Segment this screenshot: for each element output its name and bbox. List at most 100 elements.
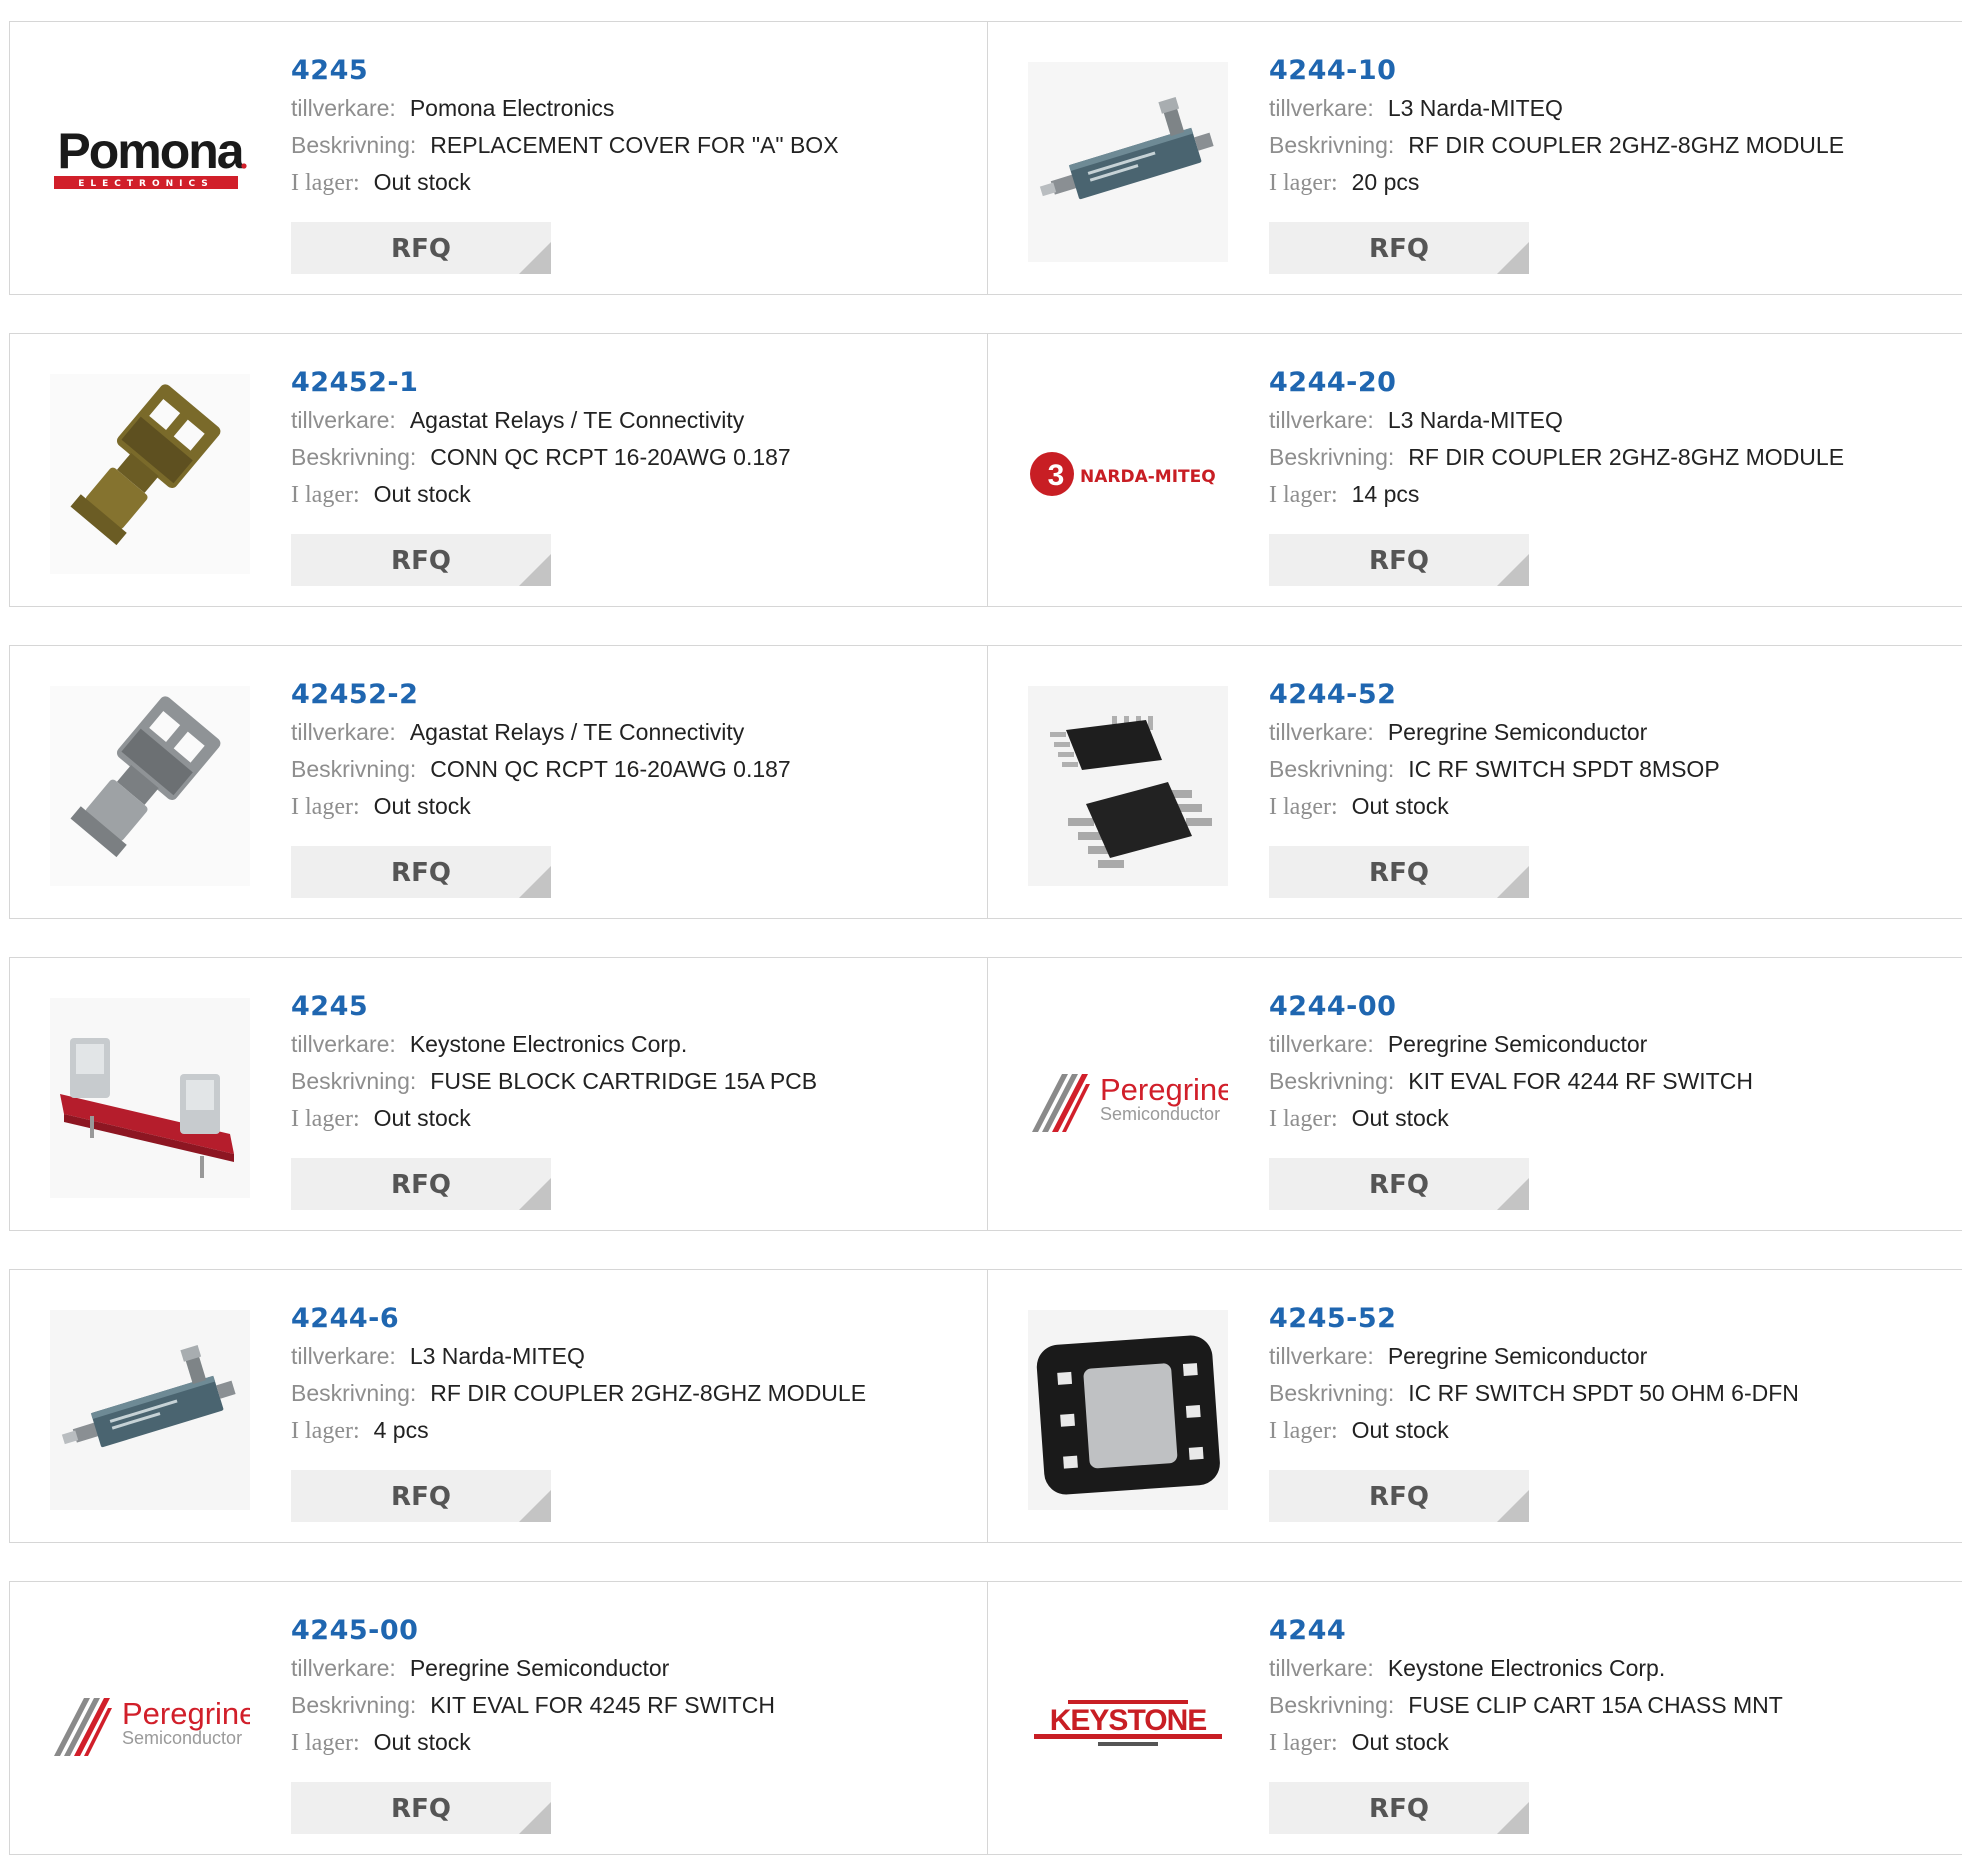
rf-coupler-photo[interactable] xyxy=(1028,62,1228,262)
product-card: 4245-52 tillverkare: Peregrine Semiconduc… xyxy=(987,1269,1962,1543)
stock-row: I lager: Out stock xyxy=(291,476,977,514)
description-value: FUSE CLIP CART 15A CHASS MNT xyxy=(1408,1692,1783,1718)
description-row: Beskrivning: RF DIR COUPLER 2GHZ-8GHZ MOD… xyxy=(1269,439,1955,476)
manufacturer-label: tillverkare: xyxy=(1269,719,1374,745)
peregrine-logo[interactable]: Peregrine Semiconductor xyxy=(1028,998,1228,1198)
stock-label: I lager: xyxy=(291,170,360,196)
stock-label: I lager: xyxy=(291,794,360,820)
manufacturer-value: Keystone Electronics Corp. xyxy=(1387,1655,1666,1681)
stock-label: I lager: xyxy=(291,1418,360,1444)
rfq-button[interactable]: RFQ xyxy=(1269,1470,1529,1522)
description-label: Beskrivning: xyxy=(291,1068,417,1094)
part-number-link[interactable]: 4245-52 xyxy=(1269,1300,1955,1338)
product-info: 4244-6 tillverkare: L3 Narda-MITEQ Beskri… xyxy=(291,1300,977,1450)
product-card: Peregrine Semiconductor 4244-00 tillverk… xyxy=(987,957,1962,1231)
manufacturer-value: L3 Narda-MITEQ xyxy=(1387,95,1563,121)
product-card: 4244-52 tillverkare: Peregrine Semiconduc… xyxy=(987,645,1962,919)
product-card: 4244-10 tillverkare: L3 Narda-MITEQ Beskr… xyxy=(987,21,1962,295)
manufacturer-label: tillverkare: xyxy=(291,1655,396,1681)
manufacturer-value: Peregrine Semiconductor xyxy=(1387,719,1648,745)
manufacturer-row: tillverkare: L3 Narda-MITEQ xyxy=(1269,402,1955,439)
stock-row: I lager: Out stock xyxy=(291,1100,977,1138)
fuse-block-photo[interactable] xyxy=(50,998,250,1198)
product-info: 4245 tillverkare: Pomona Electronics Besk… xyxy=(291,52,977,202)
product-card: 3 NARDA-MITEQ 4244-20 tillverkare: L3 Nar… xyxy=(987,333,1962,607)
rfq-button[interactable]: RFQ xyxy=(291,846,551,898)
svg-text:Semiconductor: Semiconductor xyxy=(122,1728,242,1748)
part-number-link[interactable]: 4244-00 xyxy=(1269,988,1955,1026)
rfq-button[interactable]: RFQ xyxy=(291,534,551,586)
msop-chip-photo[interactable] xyxy=(1028,686,1228,886)
rfq-button[interactable]: RFQ xyxy=(1269,222,1529,274)
rfq-button[interactable]: RFQ xyxy=(1269,846,1529,898)
svg-text:Peregrine: Peregrine xyxy=(1100,1072,1228,1107)
manufacturer-row: tillverkare: Keystone Electronics Corp. xyxy=(1269,1650,1955,1687)
part-number-link[interactable]: 4245 xyxy=(291,52,977,90)
corner-triangle-icon xyxy=(1497,1490,1529,1522)
rfq-button[interactable]: RFQ xyxy=(1269,1158,1529,1210)
corner-triangle-icon xyxy=(519,554,551,586)
brass-terminal-photo[interactable] xyxy=(50,374,250,574)
keystone-logo[interactable]: KEYSTONE xyxy=(1028,1622,1228,1822)
description-row: Beskrivning: RF DIR COUPLER 2GHZ-8GHZ MOD… xyxy=(291,1375,977,1412)
svg-text:NARDA-MITEQ: NARDA-MITEQ xyxy=(1080,467,1216,487)
description-value: KIT EVAL FOR 4244 RF SWITCH xyxy=(1408,1068,1753,1094)
manufacturer-row: tillverkare: Peregrine Semiconductor xyxy=(1269,1026,1955,1063)
stock-row: I lager: Out stock xyxy=(291,1724,977,1762)
rfq-label: RFQ xyxy=(1369,1170,1429,1200)
part-number-link[interactable]: 4244-20 xyxy=(1269,364,1955,402)
stock-value: Out stock xyxy=(1351,1105,1449,1131)
description-label: Beskrivning: xyxy=(1269,1068,1395,1094)
rfq-label: RFQ xyxy=(391,234,451,264)
silver-terminal-photo[interactable] xyxy=(50,686,250,886)
product-card: Peregrine Semiconductor 4245-00 tillverk… xyxy=(9,1581,988,1855)
rfq-label: RFQ xyxy=(391,1794,451,1824)
stock-row: I lager: Out stock xyxy=(1269,788,1955,826)
part-number-link[interactable]: 4244-10 xyxy=(1269,52,1955,90)
stock-row: I lager: 14 pcs xyxy=(1269,476,1955,514)
stock-label: I lager: xyxy=(1269,482,1338,508)
rfq-label: RFQ xyxy=(1369,1482,1429,1512)
product-info: 4245 tillverkare: Keystone Electronics Co… xyxy=(291,988,977,1138)
rfq-button[interactable]: RFQ xyxy=(291,1158,551,1210)
stock-value: Out stock xyxy=(373,481,471,507)
part-number-link[interactable]: 4245-00 xyxy=(291,1612,977,1650)
manufacturer-label: tillverkare: xyxy=(1269,1655,1374,1681)
description-value: KIT EVAL FOR 4245 RF SWITCH xyxy=(430,1692,775,1718)
description-row: Beskrivning: FUSE BLOCK CARTRIDGE 15A PCB xyxy=(291,1063,977,1100)
dfn-chip-photo[interactable] xyxy=(1028,1310,1228,1510)
svg-text:Pomona: Pomona xyxy=(57,123,245,179)
rfq-button[interactable]: RFQ xyxy=(291,1470,551,1522)
rf-coupler-photo[interactable] xyxy=(50,1310,250,1510)
description-value: IC RF SWITCH SPDT 8MSOP xyxy=(1408,756,1720,782)
manufacturer-label: tillverkare: xyxy=(291,1031,396,1057)
product-card: 42452-2 tillverkare: Agastat Relays / TE … xyxy=(9,645,988,919)
peregrine-logo[interactable]: Peregrine Semiconductor xyxy=(50,1622,250,1822)
stock-label: I lager: xyxy=(1269,170,1338,196)
description-row: Beskrivning: CONN QC RCPT 16-20AWG 0.187 xyxy=(291,439,977,476)
part-number-link[interactable]: 4244-52 xyxy=(1269,676,1955,714)
corner-triangle-icon xyxy=(1497,242,1529,274)
part-number-link[interactable]: 4244 xyxy=(1269,1612,1955,1650)
description-label: Beskrivning: xyxy=(1269,1692,1395,1718)
part-number-link[interactable]: 4245 xyxy=(291,988,977,1026)
product-card: 4245 tillverkare: Keystone Electronics Co… xyxy=(9,957,988,1231)
part-number-link[interactable]: 4244-6 xyxy=(291,1300,977,1338)
rfq-button[interactable]: RFQ xyxy=(291,1782,551,1834)
stock-value: Out stock xyxy=(373,1105,471,1131)
product-card: KEYSTONE 4244 tillverkare: Keystone Elect… xyxy=(987,1581,1962,1855)
product-info: 4244-20 tillverkare: L3 Narda-MITEQ Beskr… xyxy=(1269,364,1955,514)
stock-row: I lager: Out stock xyxy=(1269,1724,1955,1762)
stock-row: I lager: Out stock xyxy=(291,788,977,826)
stock-value: 14 pcs xyxy=(1351,481,1420,507)
stock-value: Out stock xyxy=(373,169,471,195)
part-number-link[interactable]: 42452-1 xyxy=(291,364,977,402)
rfq-button[interactable]: RFQ xyxy=(1269,534,1529,586)
rfq-label: RFQ xyxy=(391,1170,451,1200)
part-number-link[interactable]: 42452-2 xyxy=(291,676,977,714)
description-label: Beskrivning: xyxy=(1269,132,1395,158)
rfq-button[interactable]: RFQ xyxy=(291,222,551,274)
pomona-logo[interactable]: Pomona ELECTRONICS xyxy=(50,62,250,262)
l3-narda-logo[interactable]: 3 NARDA-MITEQ xyxy=(1028,374,1228,574)
rfq-button[interactable]: RFQ xyxy=(1269,1782,1529,1834)
